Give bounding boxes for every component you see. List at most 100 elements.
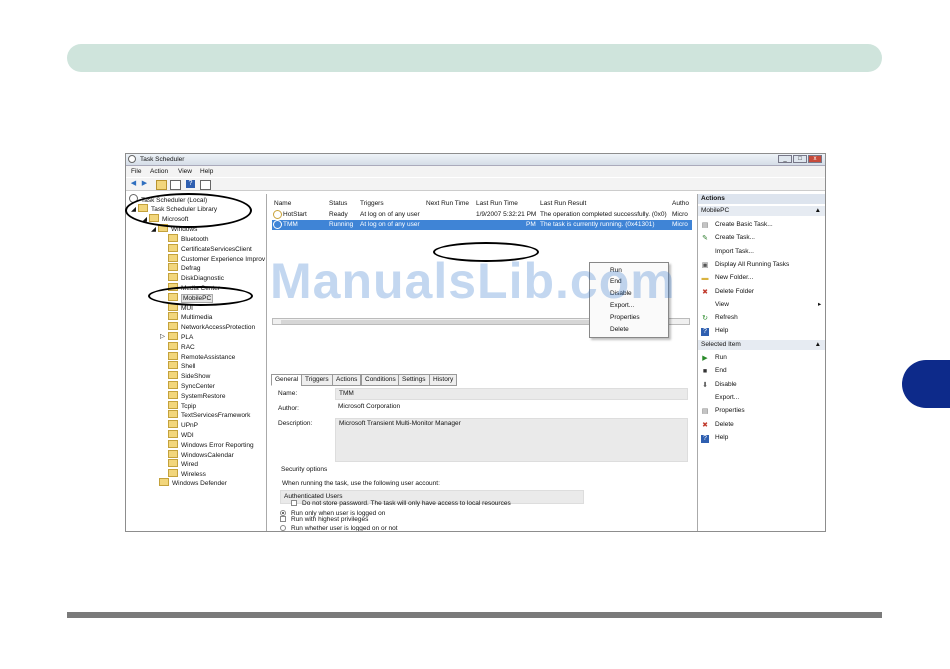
action-item[interactable]: ▤ Properties <box>701 405 745 416</box>
checkbox-no-store-password[interactable]: Do not store password. The task will onl… <box>291 500 511 507</box>
checkbox[interactable] <box>280 516 286 522</box>
expand-arrow-icon[interactable]: ◢ <box>142 216 147 223</box>
help-icon[interactable]: ? <box>186 180 195 188</box>
tree-item[interactable]: Defrag <box>168 263 201 273</box>
tree-item[interactable]: UPnP <box>168 420 198 430</box>
close-button[interactable]: x <box>808 155 822 163</box>
checkbox[interactable] <box>291 500 297 506</box>
action-item[interactable]: ? Help <box>701 432 728 443</box>
table-row[interactable]: HotStart Ready At log on of any user 1/9… <box>272 210 692 220</box>
tree-item-library[interactable]: ◢ Task Scheduler Library <box>131 204 217 214</box>
action-item[interactable]: Export... <box>701 392 739 403</box>
tree-item[interactable]: MUI <box>168 302 193 313</box>
description-field[interactable]: Microsoft Transient Multi-Monitor Manage… <box>335 418 688 462</box>
context-menu-end[interactable]: End <box>590 276 666 287</box>
tree-item-microsoft[interactable]: ◢ Microsoft <box>142 214 188 224</box>
tree-item[interactable]: Multimedia <box>168 312 212 322</box>
column-status[interactable]: Status <box>329 200 347 207</box>
column-author[interactable]: Autho <box>672 200 689 207</box>
action-item[interactable]: View ▸ <box>701 299 821 310</box>
context-menu-properties[interactable]: Properties <box>590 312 666 323</box>
action-item[interactable]: ■ End <box>701 365 727 376</box>
tree-item[interactable]: CertificateServicesClient <box>168 243 252 254</box>
collapse-arrow-icon[interactable]: ▲ <box>815 340 821 350</box>
collapse-arrow-icon[interactable]: ▲ <box>815 206 821 216</box>
tab-settings[interactable]: Settings <box>398 374 430 386</box>
action-item[interactable]: ✖ Delete <box>701 419 734 430</box>
action-item[interactable]: ✎ Create Task... <box>701 232 755 243</box>
tab-general[interactable]: General <box>271 374 303 386</box>
action-item[interactable]: ▤ Create Basic Task... <box>701 219 773 230</box>
tree-item[interactable]: Wired <box>168 459 198 469</box>
tree-item[interactable]: SyncCenter <box>168 381 215 391</box>
console-icon[interactable] <box>170 180 181 190</box>
tree-item[interactable]: TextServicesFramework <box>168 410 250 420</box>
page-footer-rule <box>67 612 882 618</box>
tree-item-windows-defender[interactable]: Windows Defender <box>159 478 227 488</box>
action-item[interactable]: ▶ Run <box>701 352 727 363</box>
context-menu-disable[interactable]: Disable <box>590 288 666 299</box>
action-item[interactable]: ? Help <box>701 325 728 337</box>
menu-file[interactable]: File <box>131 168 141 175</box>
tree-item[interactable]: NetworkAccessProtection <box>168 322 255 332</box>
tree-item[interactable]: Windows Error Reporting <box>168 439 254 450</box>
tab-actions[interactable]: Actions <box>332 374 362 386</box>
column-last-result[interactable]: Last Run Result <box>540 200 586 207</box>
tree-item[interactable]: Media Center <box>168 283 220 293</box>
tree-item[interactable]: Bluetooth <box>168 234 208 244</box>
expand-arrow-icon[interactable]: ◢ <box>131 206 136 213</box>
tree-item[interactable]: ▷ PLA <box>160 332 193 342</box>
tree-item[interactable]: SystemRestore <box>168 390 225 401</box>
expand-arrow-icon[interactable]: ▷ <box>160 332 165 342</box>
action-item[interactable]: ⬇ Disable <box>701 379 737 390</box>
context-menu-delete[interactable]: Delete <box>590 324 666 335</box>
menu-view[interactable]: View <box>178 168 192 175</box>
tree-item[interactable]: Shell <box>168 361 195 371</box>
checkbox-highest-privileges[interactable]: Run with highest privileges <box>280 516 368 523</box>
menu-action[interactable]: Action <box>150 168 168 175</box>
tree-item[interactable]: RAC <box>168 341 195 352</box>
action-item[interactable]: Import Task... <box>701 246 754 257</box>
forward-arrow-icon[interactable]: ▶ <box>140 180 149 188</box>
column-name[interactable]: Name <box>274 200 291 207</box>
tree-item[interactable]: DiskDiagnostic <box>168 273 224 283</box>
tree-item[interactable]: SideShow <box>168 371 210 381</box>
tree-item[interactable]: RemoteAssistance <box>168 351 235 362</box>
context-menu-run[interactable]: Run <box>590 265 666 276</box>
tree-item[interactable]: Tcpip <box>168 400 196 411</box>
tree-item[interactable]: Customer Experience Improv <box>168 253 265 264</box>
panel-icon[interactable] <box>200 180 211 190</box>
tree-item[interactable]: MobilePC <box>168 292 214 303</box>
expand-arrow-icon[interactable]: ◢ <box>151 226 156 233</box>
table-row-selected[interactable]: TMM Running At log on of any user PM The… <box>272 220 692 230</box>
folder-icon[interactable] <box>156 180 167 190</box>
column-last-run[interactable]: Last Run Time <box>476 200 518 207</box>
minimize-button[interactable]: _ <box>778 155 792 163</box>
menu-help[interactable]: Help <box>200 168 213 175</box>
tab-history[interactable]: History <box>429 374 458 386</box>
tree-root[interactable]: Task Scheduler (Local) <box>129 194 207 204</box>
name-field[interactable]: TMM <box>335 388 688 400</box>
actions-section-selected-item[interactable]: Selected Item ▲ <box>698 340 825 350</box>
tree-item[interactable]: WindowsCalendar <box>168 449 234 460</box>
tree-item-windows[interactable]: ◢ Windows <box>151 224 197 234</box>
clock-icon <box>129 194 138 203</box>
radio-button[interactable] <box>280 525 286 531</box>
column-next-run[interactable]: Next Run Time <box>426 200 469 207</box>
action-item[interactable]: ✖ Delete Folder <box>701 286 754 297</box>
radio-whether-logged-on[interactable]: Run whether user is logged on or not <box>280 525 398 531</box>
task-last-result: The operation completed successfully. (0… <box>540 211 667 218</box>
tab-triggers[interactable]: Triggers <box>301 374 333 386</box>
maximize-button[interactable]: □ <box>793 155 807 163</box>
back-arrow-icon[interactable]: ◀ <box>129 180 138 188</box>
action-item[interactable]: ▬ New Folder... <box>701 272 754 283</box>
action-item[interactable]: ▣ Display All Running Tasks <box>701 259 790 270</box>
column-triggers[interactable]: Triggers <box>360 200 384 207</box>
export-icon <box>701 392 709 400</box>
actions-section-mobilepc[interactable]: MobilePC ▲ <box>698 206 825 216</box>
tree-item[interactable]: WDI <box>168 430 194 440</box>
tab-conditions[interactable]: Conditions <box>361 374 400 386</box>
action-item[interactable]: ↻ Refresh <box>701 312 738 323</box>
context-menu-export[interactable]: Export... <box>590 300 666 311</box>
scrollbar-thumb[interactable] <box>281 320 619 324</box>
